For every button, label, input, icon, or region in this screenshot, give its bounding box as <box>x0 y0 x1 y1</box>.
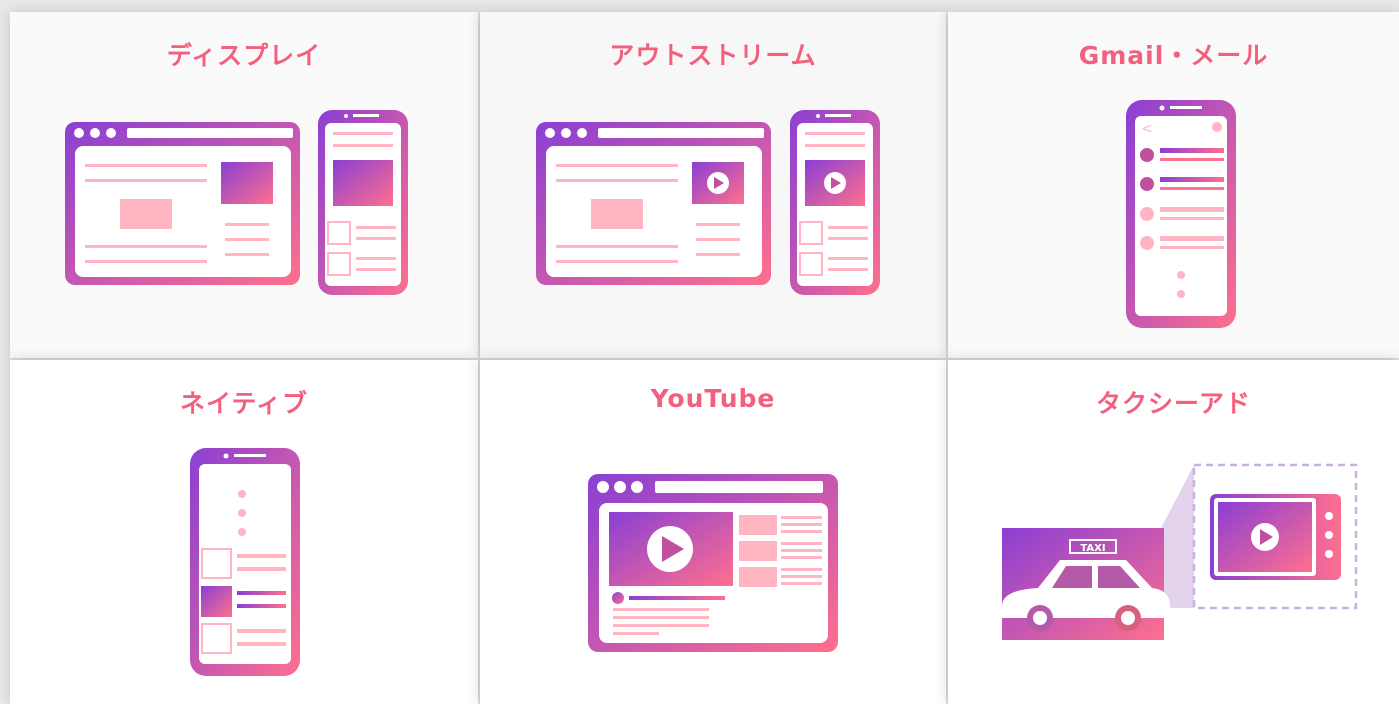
card-taxi: タクシーアド TAXI <box>948 360 1399 704</box>
native-ad-icon <box>190 448 300 676</box>
taxi-ad-icon: TAXI <box>1002 463 1358 640</box>
ad-format-grid: ディスプレイ アウトストリーム Gmail・メール < ネイティブ YouTub… <box>0 0 1399 704</box>
youtube-ad-icon <box>588 474 838 652</box>
display-ad-icon <box>65 110 408 295</box>
taxi-sign-text: TAXI <box>1080 543 1105 554</box>
card-gmail: Gmail・メール < <box>948 12 1399 358</box>
card-outstream: アウトストリーム <box>480 12 946 358</box>
gmail-mail-ad-icon: < <box>1126 100 1236 328</box>
card-display: ディスプレイ <box>10 12 478 358</box>
card-native: ネイティブ <box>10 360 478 704</box>
card-youtube: YouTube <box>480 360 946 704</box>
outstream-video-ad-icon <box>536 110 880 295</box>
svg-text:<: < <box>1141 121 1153 137</box>
